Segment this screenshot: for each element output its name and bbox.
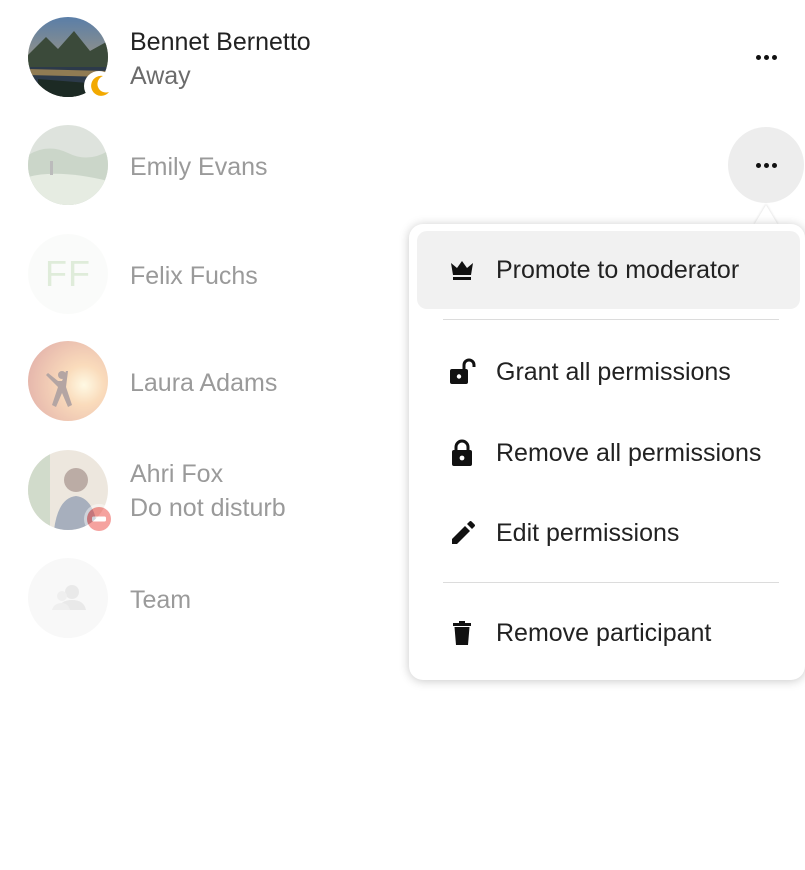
group-icon bbox=[52, 585, 86, 610]
remove-all-permissions-item[interactable]: Remove all permissions bbox=[417, 414, 800, 492]
more-horizontal-icon bbox=[755, 162, 777, 168]
menu-divider bbox=[443, 319, 779, 320]
participant-row[interactable]: Emily Evans bbox=[0, 117, 805, 217]
more-options-button[interactable] bbox=[728, 19, 804, 95]
participant-name: Bennet Bernetto bbox=[130, 28, 311, 56]
pencil-icon bbox=[452, 521, 475, 544]
trash-icon bbox=[453, 621, 471, 645]
more-horizontal-icon bbox=[755, 54, 777, 60]
status-badge bbox=[84, 71, 114, 101]
participant-avatar: FF bbox=[28, 234, 108, 314]
grant-all-permissions-item[interactable]: Grant all permissions bbox=[417, 333, 800, 411]
remove-participant-item[interactable]: Remove participant bbox=[417, 594, 800, 672]
participant-avatar bbox=[28, 341, 108, 421]
menu-item-label: Edit permissions bbox=[496, 519, 680, 547]
participant-row[interactable]: Bennet Bernetto Away bbox=[0, 8, 805, 108]
participant-name: Ahri Fox bbox=[130, 460, 224, 488]
participants-panel: Bennet Bernetto Away Emily Evans FF Feli… bbox=[0, 0, 805, 870]
minus-circle-icon bbox=[87, 507, 111, 531]
participant-name: Laura Adams bbox=[130, 369, 278, 397]
more-options-button[interactable] bbox=[728, 127, 804, 203]
menu-pointer bbox=[754, 205, 778, 225]
participant-status: Away bbox=[130, 62, 191, 90]
participant-status: Do not disturb bbox=[130, 494, 286, 522]
menu-item-label: Grant all permissions bbox=[496, 358, 731, 386]
lock-open-icon bbox=[450, 358, 476, 384]
participant-avatar bbox=[28, 558, 108, 638]
lock-icon bbox=[452, 439, 472, 466]
promote-to-moderator-item[interactable]: Promote to moderator bbox=[417, 231, 800, 309]
participant-name: Emily Evans bbox=[130, 153, 268, 181]
status-badge bbox=[84, 504, 114, 534]
crown-icon bbox=[451, 261, 473, 280]
menu-divider bbox=[443, 582, 779, 583]
menu-item-label: Remove all permissions bbox=[496, 439, 762, 467]
participant-name: Felix Fuchs bbox=[130, 262, 258, 290]
participant-actions-menu: Promote to moderator Grant all permissio… bbox=[409, 224, 805, 680]
participant-name: Team bbox=[130, 586, 192, 614]
menu-item-label: Remove participant bbox=[496, 619, 712, 647]
participant-avatar bbox=[28, 125, 108, 205]
moon-icon bbox=[91, 75, 109, 96]
edit-permissions-item[interactable]: Edit permissions bbox=[417, 494, 800, 572]
menu-item-label: Promote to moderator bbox=[496, 256, 740, 284]
